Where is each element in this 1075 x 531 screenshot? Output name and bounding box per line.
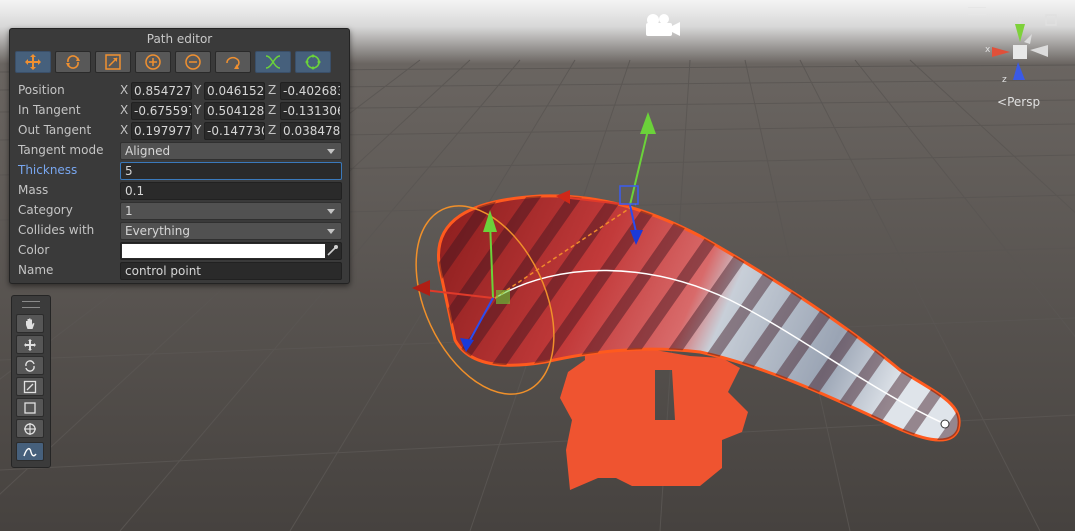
orient-icon xyxy=(226,56,240,69)
path-editor-toolbar xyxy=(10,49,349,77)
thickness-row: Thickness 5 xyxy=(10,161,349,181)
category-value: 1 xyxy=(125,204,133,218)
gizmo-axis-x: x xyxy=(985,45,991,55)
scale-icon xyxy=(105,54,121,70)
scale-icon xyxy=(23,380,37,393)
in-tangent-label: In Tangent xyxy=(18,103,81,117)
projection-toggle[interactable]: <Persp xyxy=(997,95,1040,109)
position-x-field[interactable]: 0.8547276 xyxy=(131,82,192,100)
tangent-mode-value: Aligned xyxy=(125,144,171,158)
transform-tool[interactable] xyxy=(16,419,44,438)
name-row: Name control point xyxy=(10,261,349,281)
gizmo-axis-z: z xyxy=(1002,75,1007,85)
rotate-tool[interactable] xyxy=(55,51,91,73)
move-handle-tool[interactable] xyxy=(15,51,51,73)
axis-z-label: Z xyxy=(268,123,277,137)
category-dropdown[interactable]: 1 xyxy=(120,202,342,220)
move-tool[interactable] xyxy=(16,335,44,354)
position-y-field[interactable]: 0.0461524 xyxy=(204,82,265,100)
axis-x-label: X xyxy=(120,123,129,137)
chevron-down-icon xyxy=(327,209,335,214)
scale-tool[interactable] xyxy=(95,51,131,73)
collides-with-label: Collides with xyxy=(18,223,95,237)
out-tangent-row: Out Tangent X 0.1979775 Y -0.147730 Z 0.… xyxy=(10,121,349,141)
collides-with-row: Collides with Everything xyxy=(10,221,349,241)
minus-circle-icon xyxy=(185,54,201,70)
drag-handle[interactable] xyxy=(22,301,40,308)
tangent-tool[interactable] xyxy=(255,51,291,73)
collides-with-value: Everything xyxy=(125,224,190,238)
name-label: Name xyxy=(18,263,54,277)
color-field[interactable] xyxy=(120,242,342,260)
name-field[interactable]: control point xyxy=(120,262,342,280)
tangent-mode-row: Tangent mode Aligned xyxy=(10,141,349,161)
add-point-tool[interactable] xyxy=(135,51,171,73)
scene-tools-toolbar xyxy=(11,295,51,468)
rect-icon xyxy=(24,401,36,414)
thickness-field[interactable]: 5 xyxy=(120,162,342,180)
rotate-tool[interactable] xyxy=(16,356,44,375)
category-label: Category xyxy=(18,203,73,217)
path-icon xyxy=(23,447,37,456)
color-label: Color xyxy=(18,243,50,257)
hand-icon xyxy=(26,318,35,329)
axis-z-label: Z xyxy=(268,83,277,97)
color-swatch[interactable] xyxy=(122,244,325,258)
move-icon xyxy=(24,338,36,351)
position-z-field[interactable]: -0.402683 xyxy=(280,82,341,100)
axis-y-label: Y xyxy=(194,103,202,117)
path-tool[interactable] xyxy=(16,442,44,461)
in-tangent-z-field[interactable]: -0.131306 xyxy=(280,102,341,120)
gizmo-axis-y: y xyxy=(1018,15,1024,25)
rotate-icon xyxy=(66,55,80,69)
in-tangent-x-field[interactable]: -0.675597 xyxy=(131,102,192,120)
circle-target-icon xyxy=(305,54,321,70)
rotate-icon xyxy=(25,359,35,372)
category-row: Category 1 xyxy=(10,201,349,221)
remove-point-tool[interactable] xyxy=(175,51,211,73)
orient-tool[interactable] xyxy=(215,51,251,73)
mass-label: Mass xyxy=(18,183,49,197)
in-tangent-row: In Tangent X -0.675597 Y 0.5041285 Z -0.… xyxy=(10,101,349,121)
panel-title: Path editor xyxy=(146,32,213,46)
position-label: Position xyxy=(18,83,65,97)
plus-circle-icon xyxy=(145,54,161,70)
position-row: Position X 0.8547276 Y 0.0461524 Z -0.40… xyxy=(10,81,349,101)
eyedropper-icon[interactable] xyxy=(325,244,339,258)
hand-tool[interactable] xyxy=(16,314,44,333)
out-tangent-label: Out Tangent xyxy=(18,123,92,137)
axis-y-label: Y xyxy=(194,123,202,137)
tangent-icon xyxy=(265,55,281,69)
path-editor-panel: Path editor Position X 0.854727 Y 0.0461… xyxy=(9,28,350,284)
out-tangent-z-field[interactable]: 0.0384783 xyxy=(280,122,341,140)
chevron-down-icon xyxy=(327,229,335,234)
color-row: Color xyxy=(10,241,349,261)
out-tangent-y-field[interactable]: -0.147730 xyxy=(204,122,265,140)
thickness-label: Thickness xyxy=(18,163,78,177)
scale-tool[interactable] xyxy=(16,377,44,396)
axis-z-label: Z xyxy=(268,103,277,117)
chevron-left-icon: < xyxy=(997,95,1008,109)
mass-row: Mass 0.1 xyxy=(10,181,349,201)
collides-with-dropdown[interactable]: Everything xyxy=(120,222,342,240)
mass-field[interactable]: 0.1 xyxy=(120,182,342,200)
select-tool[interactable] xyxy=(295,51,331,73)
tangent-mode-label: Tangent mode xyxy=(18,143,104,157)
transform-icon xyxy=(24,422,36,435)
axis-x-label: X xyxy=(120,103,129,117)
camera-icon xyxy=(646,14,680,36)
axis-x-label: X xyxy=(120,83,129,97)
orientation-gizmo[interactable]: x y z xyxy=(980,12,1060,92)
in-tangent-y-field[interactable]: 0.5041285 xyxy=(204,102,265,120)
chevron-down-icon xyxy=(327,149,335,154)
rect-tool[interactable] xyxy=(16,398,44,417)
out-tangent-x-field[interactable]: 0.1979775 xyxy=(131,122,192,140)
move-icon xyxy=(25,54,41,70)
projection-label: Persp xyxy=(1007,95,1041,109)
axis-y-label: Y xyxy=(194,83,202,97)
tangent-mode-dropdown[interactable]: Aligned xyxy=(120,142,342,160)
